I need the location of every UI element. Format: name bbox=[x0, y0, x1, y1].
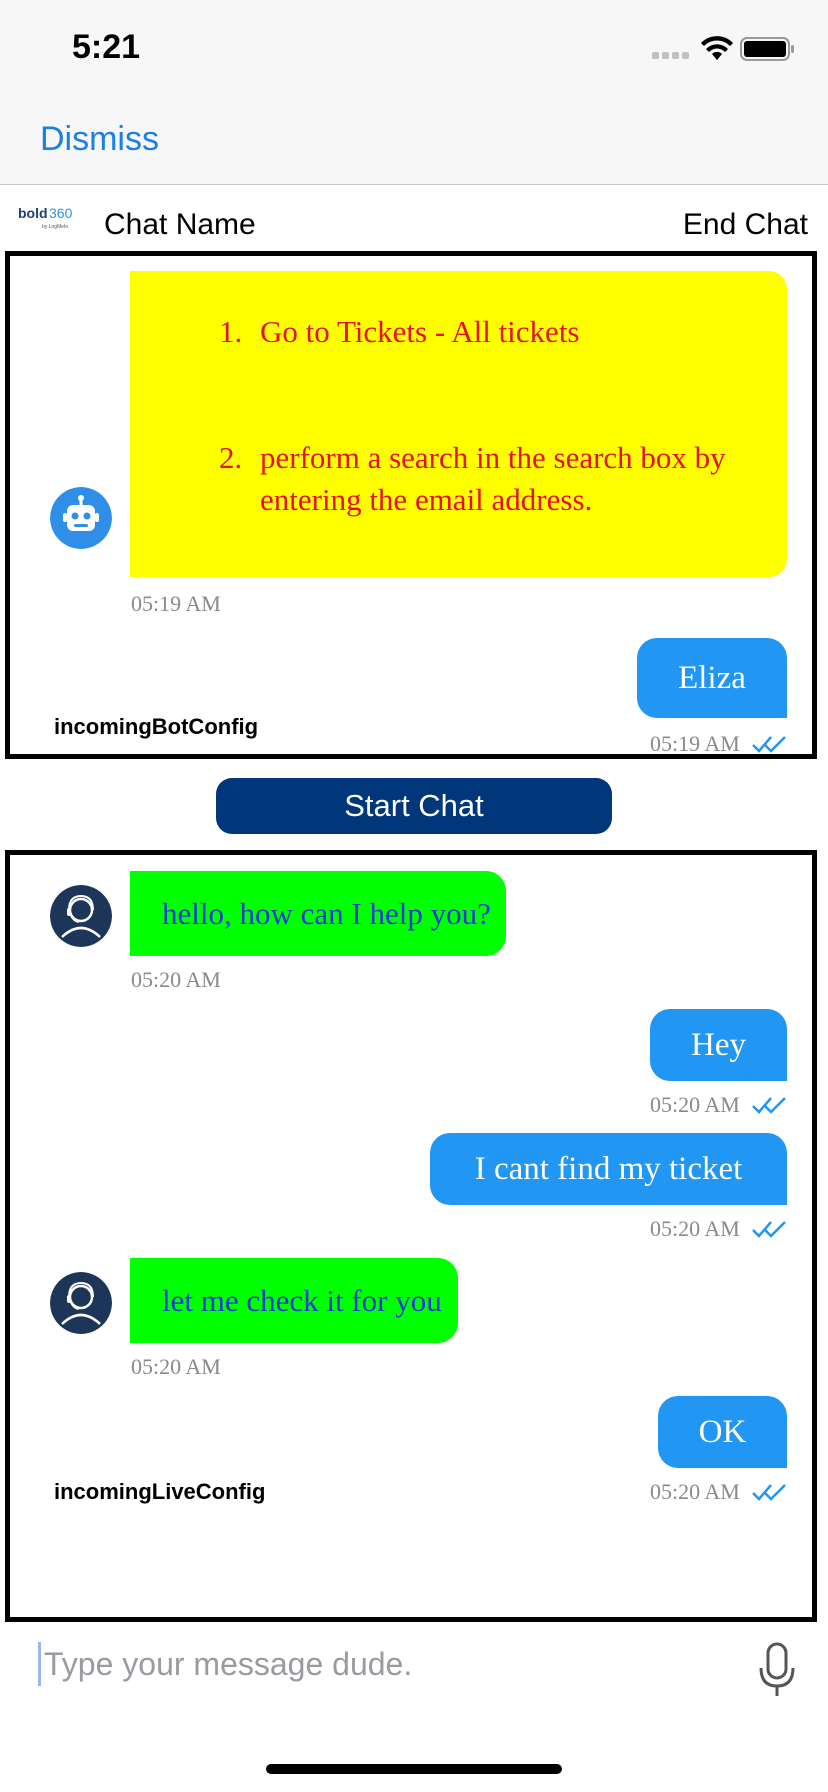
user-message-time: 05:20 AM bbox=[650, 1216, 740, 1241]
bot-avatar-icon bbox=[50, 487, 112, 549]
user-message-bubble: Hey bbox=[650, 1009, 787, 1081]
bot-message-time: 05:19 AM bbox=[131, 591, 221, 616]
agent-message-time: 05:20 AM bbox=[131, 1354, 221, 1379]
svg-text:by LogMeIn: by LogMeIn bbox=[42, 224, 68, 230]
message-input[interactable] bbox=[44, 1638, 724, 1690]
read-receipt-icon bbox=[752, 1097, 786, 1114]
read-receipt-icon bbox=[752, 1484, 786, 1501]
bot-message-step-1: Go to Tickets - All tickets bbox=[250, 311, 767, 353]
message-composer bbox=[0, 1626, 828, 1736]
agent-avatar-icon bbox=[50, 1272, 112, 1334]
battery-icon bbox=[740, 37, 794, 61]
text-cursor bbox=[38, 1642, 41, 1686]
bold360-logo: bold 360 by LogMeIn bbox=[18, 205, 73, 230]
read-receipt-icon bbox=[752, 736, 786, 753]
status-time: 5:21 bbox=[72, 28, 141, 66]
live-chat-panel: hello, how can I help you? 05:20 AM Hey … bbox=[5, 850, 817, 1622]
agent-message-bubble: let me check it for you bbox=[130, 1258, 458, 1343]
user-message-time: 05:20 AM bbox=[650, 1092, 740, 1117]
agent-avatar-icon bbox=[50, 885, 112, 947]
navigation-bar: Dismiss bbox=[0, 96, 828, 185]
bot-chat-panel: Go to Tickets - All tickets perform a se… bbox=[5, 251, 817, 759]
user-message-bubble: Eliza bbox=[637, 638, 787, 718]
bot-message-bubble: Go to Tickets - All tickets perform a se… bbox=[130, 271, 787, 577]
bot-config-label: incomingBotConfig bbox=[54, 714, 259, 739]
chat-header: bold 360 by LogMeIn Chat Name End Chat bbox=[0, 186, 828, 250]
start-chat-button[interactable]: Start Chat bbox=[216, 778, 612, 834]
user-message-time: 05:19 AM bbox=[650, 731, 740, 756]
agent-message-time: 05:20 AM bbox=[131, 967, 221, 992]
end-chat-button[interactable]: End Chat bbox=[683, 208, 808, 242]
status-bar: 5:21 bbox=[0, 0, 828, 96]
bot-message-step-2: perform a search in the search box by en… bbox=[250, 437, 767, 521]
dismiss-button[interactable]: Dismiss bbox=[40, 120, 159, 159]
agent-message-bubble: hello, how can I help you? bbox=[130, 871, 506, 956]
live-config-label: incomingLiveConfig bbox=[54, 1479, 266, 1504]
svg-text:360: 360 bbox=[49, 205, 73, 221]
user-message-bubble: I cant find my ticket bbox=[430, 1133, 787, 1205]
signal-icon bbox=[652, 52, 689, 59]
chat-name: Chat Name bbox=[104, 208, 256, 241]
read-receipt-icon bbox=[752, 1221, 786, 1238]
user-message-bubble: OK bbox=[658, 1396, 787, 1468]
svg-text:bold: bold bbox=[18, 205, 48, 221]
wifi-icon bbox=[701, 36, 733, 60]
microphone-icon[interactable] bbox=[756, 1640, 798, 1702]
user-message-time: 05:20 AM bbox=[650, 1479, 740, 1504]
home-indicator[interactable] bbox=[266, 1764, 562, 1774]
